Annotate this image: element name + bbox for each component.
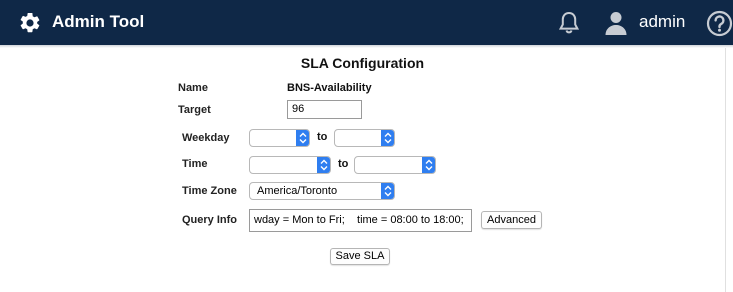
query-info-input[interactable]: wday = Mon to Fri; time = 08:00 to 18:00… xyxy=(249,209,472,232)
chevron-updown-icon xyxy=(381,130,394,146)
header-shadow xyxy=(0,45,733,48)
time-zone-select[interactable]: America/Toronto xyxy=(249,182,395,200)
name-label: Name xyxy=(178,82,208,94)
time-label: Time xyxy=(182,158,208,170)
time-zone-value: America/Toronto xyxy=(257,185,338,197)
top-navigation-bar: Admin Tool admin xyxy=(0,0,733,45)
name-value: BNS-Availability xyxy=(287,82,372,94)
save-sla-button[interactable]: Save SLA xyxy=(330,248,390,265)
help-icon[interactable] xyxy=(706,10,733,37)
app-title: Admin Tool xyxy=(52,12,145,31)
bell-icon[interactable] xyxy=(557,10,581,36)
time-to-label: to xyxy=(338,158,349,170)
weekday-to-label: to xyxy=(317,131,328,143)
time-zone-label: Time Zone xyxy=(182,185,237,197)
chevron-updown-icon xyxy=(422,157,435,173)
target-label: Target xyxy=(178,104,211,116)
time-to-select[interactable] xyxy=(354,156,436,174)
username[interactable]: admin xyxy=(639,12,685,32)
user-icon[interactable] xyxy=(604,10,628,36)
chevron-updown-icon xyxy=(296,130,309,146)
chevron-updown-icon xyxy=(381,183,394,199)
weekday-to-select[interactable] xyxy=(334,129,395,147)
chevron-updown-icon xyxy=(317,157,330,173)
weekday-label: Weekday xyxy=(182,132,230,144)
advanced-button[interactable]: Advanced xyxy=(481,211,542,229)
time-from-select[interactable] xyxy=(249,156,331,174)
gear-icon[interactable] xyxy=(18,11,42,35)
weekday-from-select[interactable] xyxy=(249,129,310,147)
scroll-divider xyxy=(725,48,726,292)
page-title: SLA Configuration xyxy=(300,55,425,71)
query-info-label: Query Info xyxy=(182,214,238,226)
target-input[interactable]: 96 xyxy=(287,100,362,119)
